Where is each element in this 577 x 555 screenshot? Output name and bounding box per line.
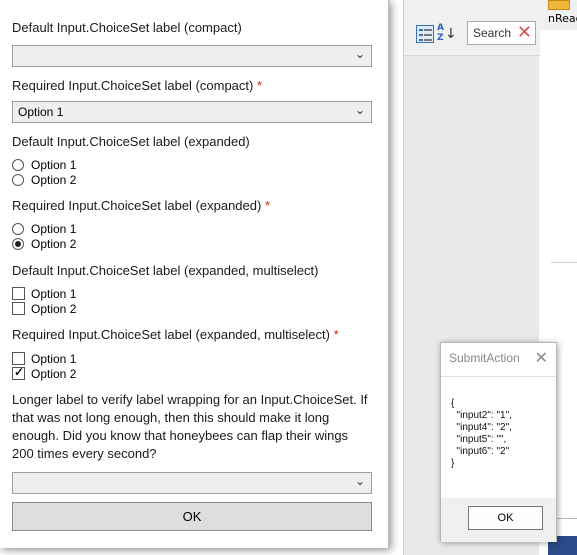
chevron-down-icon: ⌄ [354,474,365,488]
field-label-expanded-default: Default Input.ChoiceSet label (expanded) [12,134,250,149]
required-marker: * [256,78,263,93]
background-divider [551,262,577,263]
background-read-label: nRead [548,12,577,25]
json-line: } [451,458,455,469]
radio-button[interactable] [12,159,24,171]
field-label-long-wrapping: Longer label to verify label wrapping fo… [12,392,368,461]
chevron-down-icon: ⌄ [354,47,365,61]
required-marker: * [264,198,271,213]
field-label-multiselect-required: Required Input.ChoiceSet label (expanded… [12,327,339,342]
clear-search-icon[interactable]: ✕ [517,23,532,43]
background-close-button[interactable] [548,0,570,10]
dialog-title: SubmitAction [449,351,520,365]
select-value: Option 1 [18,105,64,119]
checkbox[interactable] [12,302,25,315]
required-marker: * [333,327,339,342]
submit-json-output: { "input2": "1", "input4": "2", "input5"… [441,376,556,498]
alphabetical-sort-icon[interactable]: A Z ↓ [437,23,457,43]
search-placeholder: Search [473,26,512,40]
close-icon[interactable]: ✕ [535,348,548,367]
radio-button[interactable] [12,174,24,186]
field-label-expanded-required: Required Input.ChoiceSet label (expanded… [12,198,271,213]
checkbox[interactable] [12,352,25,365]
checkbox[interactable] [12,287,25,300]
dialog-footer: OK [441,498,556,542]
ok-button[interactable]: OK [12,502,372,531]
radio-button-selected[interactable] [12,238,24,250]
json-line: "input6": "2" [451,446,510,457]
submit-action-dialog: SubmitAction ✕ { "input2": "1", "input4"… [440,342,557,542]
json-line: { [451,398,455,409]
categorized-view-icon[interactable] [416,25,434,43]
submit-ok-button[interactable]: OK [468,506,543,530]
choiceset-compact-required[interactable]: Option 1 ⌄ [12,101,372,123]
properties-search-input[interactable]: Search ✕ [467,21,536,45]
field-label-compact-default: Default Input.ChoiceSet label (compact) [12,20,242,35]
properties-toolbar: A Z ↓ Search ✕ [404,0,540,56]
radio-button[interactable] [12,223,24,235]
json-line: "input5": "", [451,434,507,445]
field-label-multiselect-default: Default Input.ChoiceSet label (expanded,… [12,263,319,278]
field-label-compact-required: Required Input.ChoiceSet label (compact)… [12,78,263,93]
checkbox-checked[interactable] [12,365,25,380]
choiceset-long-label[interactable]: ⌄ [12,472,372,494]
json-line: "input2": "1", [451,410,512,421]
choiceset-compact-default[interactable]: ⌄ [12,45,372,67]
json-line: "input4": "2", [451,422,512,433]
adaptive-card-dialog: Default Input.ChoiceSet label (compact) … [0,0,389,548]
chevron-down-icon: ⌄ [354,103,365,117]
